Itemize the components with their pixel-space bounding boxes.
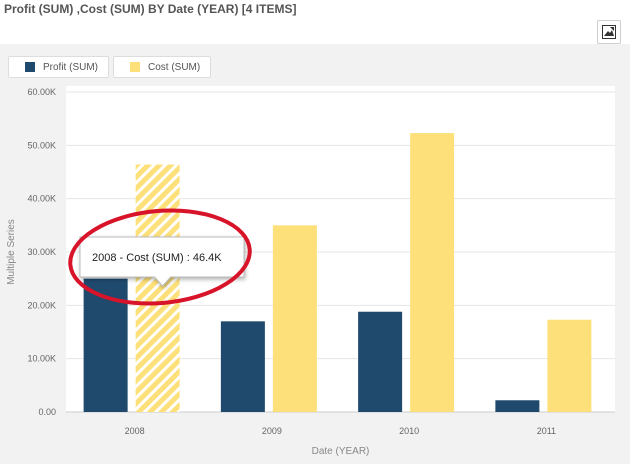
y-tick-label: 20.00K — [27, 300, 56, 310]
x-axis-title: Date (YEAR) — [312, 446, 370, 457]
bar-chart: 0.00 10.00K 20.00K 30.00K 40.00K 50.00K 60.00K… — [6, 86, 615, 457]
x-tick-label: 2010 — [399, 426, 419, 436]
x-tick-label: 2011 — [537, 426, 556, 436]
y-axis-title: Multiple Series — [6, 219, 17, 285]
y-tick-label: 30.00K — [27, 247, 56, 257]
bar-cost-2008[interactable] — [135, 164, 180, 412]
bar-cost-2009[interactable] — [272, 225, 317, 412]
x-tick-label: 2008 — [125, 426, 145, 436]
bar-profit-2011[interactable] — [495, 400, 540, 412]
bar-cost-2011[interactable] — [547, 319, 592, 412]
x-tick-label: 2009 — [262, 426, 282, 436]
y-tick-label: 60.00K — [27, 87, 56, 97]
y-tick-label: 10.00K — [27, 354, 56, 364]
y-tick-label: 40.00K — [27, 194, 56, 204]
bar-cost-2010[interactable] — [410, 133, 455, 413]
bar-profit-2010[interactable] — [358, 311, 403, 412]
tooltip-text: 2008 - Cost (SUM) : 46.4K — [92, 252, 222, 264]
y-tick-label: 0.00 — [38, 407, 56, 417]
y-tick-label: 50.00K — [27, 140, 56, 150]
bar-profit-2009[interactable] — [220, 321, 265, 412]
